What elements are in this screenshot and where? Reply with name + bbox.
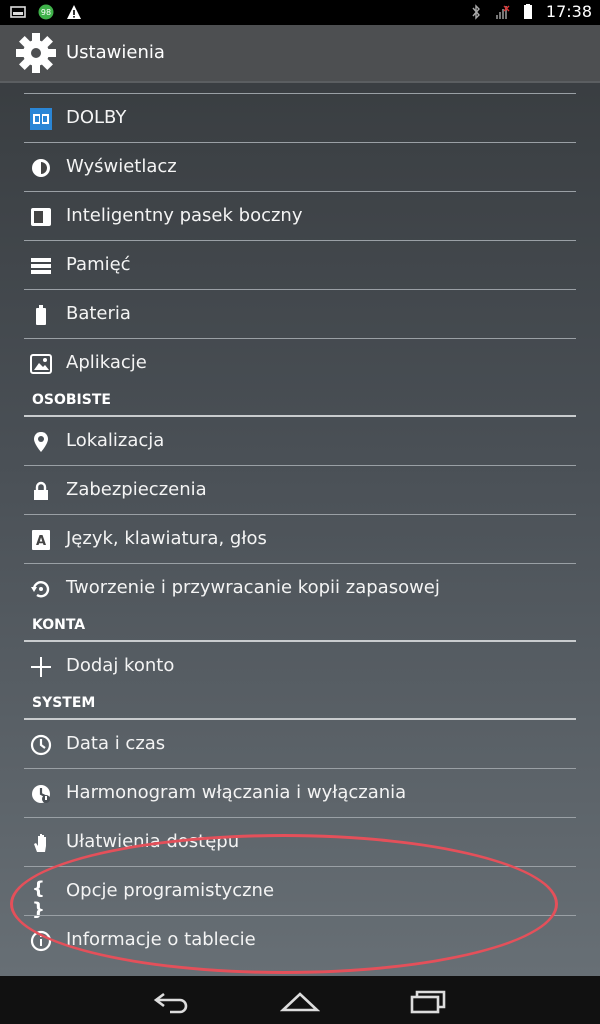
list-item-about[interactable]: Informacje o tablecie [24,915,576,964]
section-accounts: KONTA [24,612,576,640]
backup-restore-icon [31,581,50,598]
navigation-bar [0,976,600,1024]
list-item-datetime[interactable]: Data i czas [24,718,576,768]
list-item-label: Inteligentny pasek boczny [66,205,303,226]
clock-icon [30,734,52,756]
list-item-label: Opcje programistyczne [66,880,275,901]
language-icon: A [32,530,50,550]
section-title: KONTA [32,617,86,633]
battery-icon [523,3,532,19]
signal-icon [495,5,510,19]
info-icon [30,930,52,952]
section-system: SYSTEM [24,690,576,718]
list-item-storage[interactable]: Pamięć [24,240,576,289]
status-time: 17:38 [545,2,592,21]
hand-icon [34,834,46,852]
plus-icon [31,657,51,677]
list-item-dolby[interactable]: DOLBY [24,93,576,142]
list-item-display[interactable]: Wyświetlacz [24,142,576,191]
warning-icon [67,5,81,19]
list-item-sidebar[interactable]: Inteligentny pasek boczny [24,191,576,240]
image-notification-icon [10,6,26,18]
list-item-language[interactable]: A Język, klawiatura, głos [24,514,576,563]
brightness-icon [32,159,50,177]
home-icon[interactable] [280,988,320,1014]
settings-list: DOLBY Wyświetlacz Inteligentny pasek boc… [24,93,576,964]
power-schedule-icon [32,785,50,803]
list-item-label: Data i czas [66,733,166,754]
list-item-developer[interactable]: { } Opcje programistyczne [24,866,576,920]
section-title: OSOBISTE [32,392,111,408]
list-item-location[interactable]: Lokalizacja [24,415,576,465]
braces-icon: { } [32,878,45,920]
list-item-label: Dodaj konto [66,655,175,676]
list-item-label: Harmonogram włączania i wyłączania [66,782,407,803]
list-item-apps[interactable]: Aplikacje [24,338,576,387]
action-bar: Ustawienia [0,25,600,83]
list-item-label: Pamięć [66,254,131,275]
dolby-icon [30,108,52,130]
sidebar-icon [31,208,51,226]
list-item-backup[interactable]: Tworzenie i przywracanie kopii zapasowej [24,563,576,612]
recent-apps-icon[interactable] [408,988,448,1014]
battery-setting-icon [36,305,46,325]
location-pin-icon [34,432,48,452]
list-item-add-account[interactable]: Dodaj konto [24,640,576,690]
settings-gear-icon[interactable] [14,31,58,75]
page-title: Ustawienia [66,42,165,63]
list-item-schedule[interactable]: Harmonogram włączania i wyłączania [24,768,576,817]
list-item-label: Wyświetlacz [66,156,177,177]
section-title: SYSTEM [32,695,96,711]
list-item-label: DOLBY [66,107,127,128]
back-icon[interactable] [152,988,192,1014]
percent-badge-icon: 98 [38,4,54,20]
status-bar: 98 17:38 [0,0,600,25]
list-item-label: Aplikacje [66,352,147,373]
list-item-security[interactable]: Zabezpieczenia [24,465,576,514]
list-item-label: Zabezpieczenia [66,479,207,500]
list-item-label: Ułatwienia dostępu [66,831,240,852]
apps-icon [30,354,52,374]
list-item-accessibility[interactable]: Ułatwienia dostępu [24,817,576,866]
lock-icon [34,481,48,500]
list-item-label: Lokalizacja [66,430,165,451]
storage-icon [31,258,51,274]
section-personal: OSOBISTE [24,387,576,415]
list-item-label: Bateria [66,303,131,324]
list-item-label: Tworzenie i przywracanie kopii zapasowej [66,577,440,598]
svg-text:A: A [36,534,46,549]
list-item-label: Informacje o tablecie [66,929,256,950]
list-item-label: Język, klawiatura, głos [66,528,267,549]
list-item-battery[interactable]: Bateria [24,289,576,338]
svg-text:98: 98 [41,8,51,17]
bluetooth-icon [472,3,480,20]
